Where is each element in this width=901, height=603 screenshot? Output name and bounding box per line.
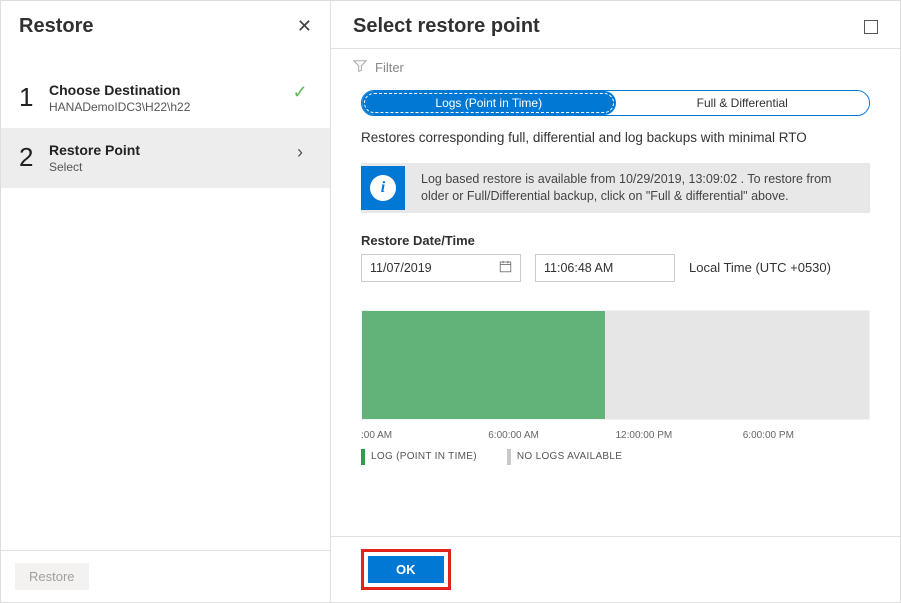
legend-label: LOG (POINT IN TIME) <box>371 451 477 462</box>
timezone-label: Local Time (UTC +0530) <box>689 260 831 275</box>
restore-datetime-label: Restore Date/Time <box>361 233 870 248</box>
maximize-icon[interactable] <box>864 20 878 34</box>
step-number: 1 <box>19 82 49 113</box>
left-header: Restore ✕ <box>1 1 330 48</box>
availability-timeline[interactable] <box>361 310 870 420</box>
tab-logs-point-in-time[interactable]: Logs (Point in Time) <box>362 91 616 115</box>
info-icon: i <box>361 166 405 210</box>
timeline-axis-labels: :00 AM 6:00:00 AM 12:00:00 PM 6:00:00 PM <box>361 426 870 449</box>
info-text: Log based restore is available from 10/2… <box>421 163 870 213</box>
step-choose-destination[interactable]: 1 Choose Destination HANADemoIDC3\H22\h2… <box>1 68 330 128</box>
datetime-row: 11/07/2019 11:06:48 AM Local Time (UTC +… <box>361 254 870 282</box>
step-title: Restore Point <box>49 142 288 158</box>
tick-label: :00 AM <box>361 430 488 441</box>
filter-row[interactable]: Filter <box>331 49 900 86</box>
checkmark-icon: ✓ <box>292 82 307 103</box>
timeline-available-region <box>362 311 605 419</box>
filter-label: Filter <box>375 60 404 75</box>
step-restore-point[interactable]: 2 Restore Point Select › <box>1 128 330 188</box>
tab-description: Restores corresponding full, differentia… <box>361 130 870 145</box>
calendar-icon[interactable] <box>499 260 512 276</box>
tick-label: 12:00:00 PM <box>616 430 743 441</box>
timeline-unavailable-region <box>605 311 869 419</box>
filter-icon <box>353 59 367 76</box>
step-title: Choose Destination <box>49 82 288 98</box>
tab-full-differential[interactable]: Full & Differential <box>616 91 870 115</box>
legend-available: LOG (POINT IN TIME) <box>361 449 477 465</box>
backup-type-toggle: Logs (Point in Time) Full & Differential <box>361 90 870 116</box>
content-area: Logs (Point in Time) Full & Differential… <box>331 86 900 536</box>
restore-date-input[interactable]: 11/07/2019 <box>361 254 521 282</box>
legend-swatch-grey <box>507 449 511 465</box>
close-icon[interactable]: ✕ <box>297 16 312 37</box>
legend-unavailable: NO LOGS AVAILABLE <box>507 449 622 465</box>
step-number: 2 <box>19 142 49 173</box>
chevron-right-icon: › <box>297 142 303 163</box>
restore-date-value: 11/07/2019 <box>370 261 432 275</box>
wizard-steps: 1 Choose Destination HANADemoIDC3\H22\h2… <box>1 48 330 550</box>
right-title: Select restore point <box>353 15 540 38</box>
legend-label: NO LOGS AVAILABLE <box>517 451 622 462</box>
tick-label: 6:00:00 AM <box>488 430 615 441</box>
right-header: Select restore point <box>331 1 900 49</box>
restore-button: Restore <box>15 563 89 590</box>
restore-wizard-panel: Restore ✕ 1 Choose Destination HANADemoI… <box>1 1 331 602</box>
ok-button[interactable]: OK <box>368 556 444 583</box>
step-indicator: › <box>288 142 312 163</box>
right-footer: OK <box>331 536 900 602</box>
step-indicator: ✓ <box>288 82 312 103</box>
left-footer: Restore <box>1 550 330 602</box>
ok-highlight: OK <box>361 549 451 590</box>
step-body: Restore Point Select <box>49 142 288 174</box>
legend-swatch-green <box>361 449 365 465</box>
step-subtitle: Select <box>49 160 288 174</box>
step-body: Choose Destination HANADemoIDC3\H22\h22 <box>49 82 288 114</box>
select-restore-point-panel: Select restore point Filter Logs (Point … <box>331 1 900 602</box>
tick-label: 6:00:00 PM <box>743 430 870 441</box>
step-subtitle: HANADemoIDC3\H22\h22 <box>49 100 288 114</box>
info-bar: i Log based restore is available from 10… <box>361 163 870 213</box>
restore-time-input[interactable]: 11:06:48 AM <box>535 254 675 282</box>
restore-time-value: 11:06:48 AM <box>544 261 613 275</box>
app-root: Restore ✕ 1 Choose Destination HANADemoI… <box>0 0 901 603</box>
left-title: Restore <box>19 15 93 38</box>
timeline-legend: LOG (POINT IN TIME) NO LOGS AVAILABLE <box>361 449 870 465</box>
